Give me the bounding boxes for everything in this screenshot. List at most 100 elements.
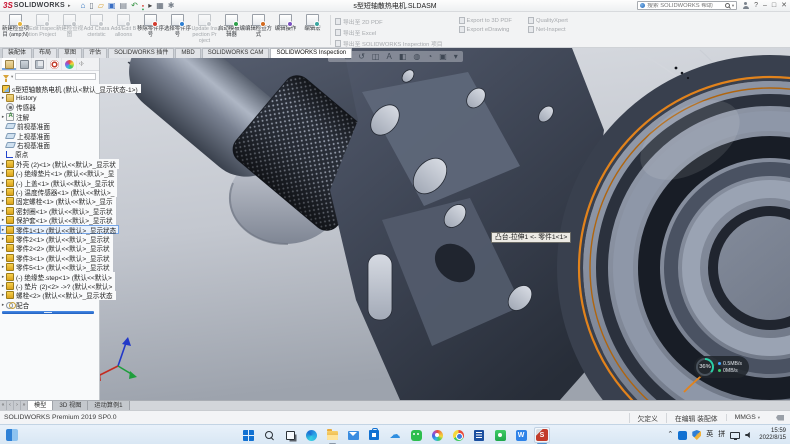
menu-flyout-icon[interactable]: ▸ [68,3,71,9]
export-item[interactable]: 导出至 Excel [335,28,443,37]
search-dropdown-icon[interactable]: ▾ [732,3,734,9]
recorder-overlay-widget[interactable]: 36% 0.5MB/s0MB/s [694,356,749,378]
export-item[interactable]: Export eDrawing [459,26,512,33]
display-style-icon[interactable]: ◧ [399,52,407,61]
export-item[interactable]: QualityXpert [528,17,568,24]
tree-item[interactable]: ▸(-) 上盖<1> (默认<<默认>_显示状 [0,178,117,187]
view-settings-icon[interactable]: ▦ [156,2,164,10]
tab-scroll-icon[interactable]: › [14,401,21,410]
display-tray-icon[interactable] [730,432,740,439]
login-icon[interactable] [742,2,749,9]
panel-tab-overflow-icon[interactable]: ‹|› [79,61,84,67]
tag-icon[interactable] [776,415,784,421]
tree-item[interactable]: ▸(-) 垫片 (2)<2> ->? (默认<<默认> [0,281,115,290]
search-input[interactable] [647,3,723,9]
taskbar-reader-icon[interactable] [471,427,487,443]
ribbon-button-11[interactable]: 编辑操作 [272,13,299,47]
edit-appearance-icon[interactable]: ◔ [427,52,432,61]
taskbar-photos-icon[interactable] [429,427,445,443]
ribbon-button-5[interactable]: Add/Edit Balloons [110,13,137,47]
ribbon-button-9[interactable]: 启动模板编辑器 [218,13,245,47]
tree-item[interactable]: s型短轴散热电机 (默认<默认_显示状态-1>) [0,84,141,93]
tree-item[interactable]: ▸(-) 温度传感器<1> (默认<<默认>_ [0,187,117,196]
ribbon-tab-5[interactable]: SOLIDWORKS 插件 [108,48,174,58]
language-indicator[interactable]: 英 [706,431,713,439]
help-button[interactable]: ? [754,2,758,10]
tray-chevron-icon[interactable]: ⌃ [667,431,673,439]
undo-icon[interactable]: ↶ [131,2,138,10]
ribbon-button-1[interactable]: 新建检查项目 (amp;N) [2,13,29,47]
taskbar-onedrive-icon[interactable]: ☁ [387,427,403,443]
model-tab-3[interactable]: 运动算例1 [88,401,129,410]
options-icon[interactable]: ✱ [168,2,175,10]
home-icon[interactable]: ⌂ [81,2,86,10]
property-manager-tab[interactable] [17,58,32,70]
tree-item[interactable]: 右视基准面 [0,140,53,149]
filter-dropdown-icon[interactable]: ▾ [11,74,13,80]
taskbar-file-explorer-icon[interactable] [324,427,340,443]
print-icon[interactable]: ▤ [120,2,128,10]
ribbon-tab-1[interactable]: 装配体 [2,48,32,58]
taskbar-task-view-icon[interactable] [282,427,298,443]
model-tab-1[interactable]: 模型 [28,401,53,410]
tree-item[interactable]: ▸零件2<1> (默认<<默认>_显示状 [0,234,113,243]
tree-item[interactable]: ▸History [0,93,40,102]
tab-scroll-icon[interactable]: « [0,401,7,410]
export-item[interactable]: 导出至 2D PDF [335,17,443,26]
taskbar-green-app-icon[interactable] [492,427,508,443]
taskbar-edge-icon[interactable] [303,427,319,443]
export-item[interactable]: Net-Inspect [528,26,568,33]
tree-item[interactable]: ▸零件2<2> (默认<<默认>_显示状 [0,244,113,253]
taskbar-solidworks-icon[interactable] [534,427,550,443]
tree-item[interactable]: ▸密封圈<1> (默认<<默认>_显示状 [0,206,116,215]
export-item[interactable]: 导出至 SOLIDWORKS Inspection 项目 [335,39,443,48]
section-view-icon[interactable]: ◫ [372,52,380,61]
tree-item[interactable]: 原点 [0,150,31,159]
apply-scene-icon[interactable]: ▣ [439,52,447,61]
ribbon-tab-4[interactable]: 评估 [83,48,107,58]
volume-icon[interactable] [745,432,752,439]
save-icon[interactable]: ▣ [108,2,116,10]
hide-show-items-icon[interactable]: ◍ [413,52,420,61]
export-item[interactable]: Export to 3D PDF [459,17,512,24]
search-icon[interactable] [725,3,730,8]
filter-input[interactable] [15,73,96,80]
taskbar-mail-icon[interactable] [345,427,361,443]
tree-item[interactable]: ▸零件5<1> (默认<<默认>_显示状 [0,262,113,271]
feature-manager-tab[interactable] [2,58,17,70]
tray-app-icon[interactable] [678,431,687,440]
taskbar-store-icon[interactable] [366,427,382,443]
tree-item[interactable]: ▸配合 [0,300,32,309]
tree-item[interactable]: ▸(-) 绝缘垫.step<1> (默认<<默认> [0,272,115,281]
tree-item[interactable]: ▸固定螺栓<1> (默认<<默认>_显示 [0,197,116,206]
ribbon-button-4[interactable]: Add Characteristic [83,13,110,47]
display-manager-tab[interactable] [62,58,77,70]
ribbon-tab-7[interactable]: SOLIDWORKS CAM [202,48,270,58]
previous-view-icon[interactable]: ↺ [358,52,365,61]
security-shield-icon[interactable] [692,430,701,440]
tree-item[interactable]: ▸保护套<1> (默认<<默认>_显示状 [0,215,116,224]
tab-scroll-icon[interactable]: ‹ [7,401,14,410]
taskbar-search-icon[interactable] [261,427,277,443]
ime-indicator[interactable]: 拼 [718,431,725,439]
minimize-button[interactable]: – [763,2,767,10]
taskbar-chrome-icon[interactable] [450,427,466,443]
tab-scroll-icon[interactable]: » [21,401,28,410]
view-settings-icon[interactable]: ▾ [454,52,458,61]
ribbon-button-3[interactable]: 新建检查视图 [56,13,83,47]
taskbar-start-icon[interactable] [240,427,256,443]
tree-item[interactable]: 前视基准面 [0,122,53,131]
tree-item[interactable]: ▸螺栓<2> (默认<<默认>_显示状态 [0,291,116,300]
selection-filter-icon[interactable]: ▸ [148,2,152,10]
configuration-manager-tab[interactable] [32,58,47,70]
dimxpert-manager-tab[interactable] [47,58,62,70]
tree-item[interactable]: ▸(-) 绝缘垫片<1> (默认<<默认>_显 [0,169,117,178]
taskbar-clock[interactable]: 15:59 2022/8/15 [759,428,786,442]
close-button[interactable]: ✕ [781,2,787,10]
tree-item[interactable]: ▸注解 [0,112,32,121]
ribbon-tab-3[interactable]: 草图 [58,48,82,58]
ribbon-tab-2[interactable]: 布局 [33,48,57,58]
tree-item[interactable]: 传感器 [0,103,39,112]
taskbar-wps-icon[interactable] [513,427,529,443]
ribbon-button-6[interactable]: 移除零件序号 [137,13,164,47]
